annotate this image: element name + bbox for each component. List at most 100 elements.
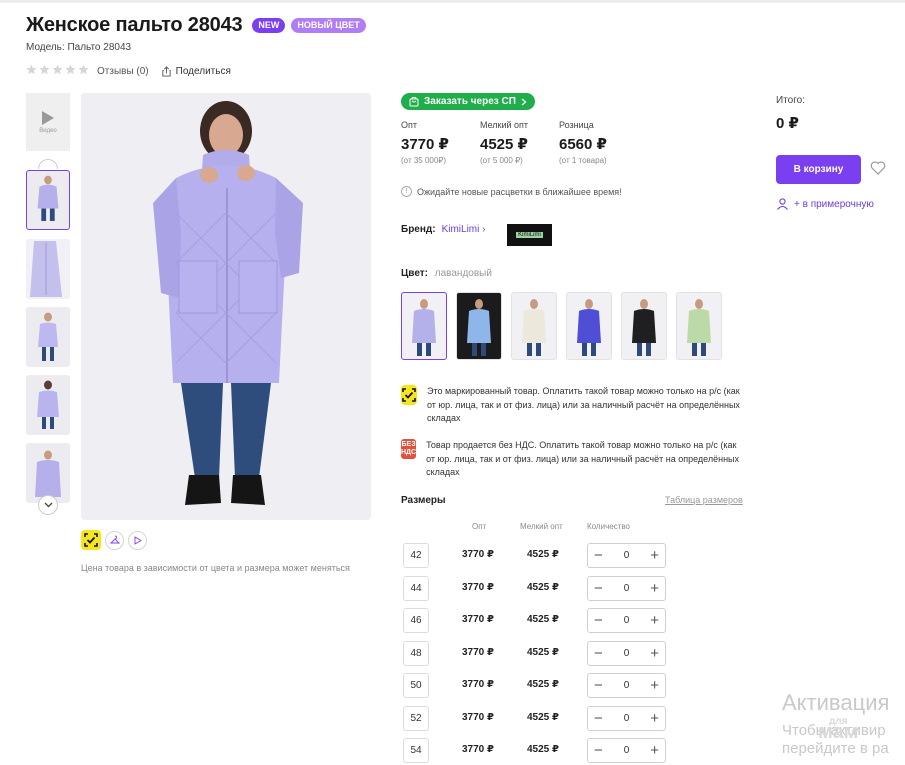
- quantity-value[interactable]: 0: [624, 713, 630, 724]
- increase-button[interactable]: +: [650, 678, 659, 693]
- thumbs-down-arrow[interactable]: [38, 495, 58, 515]
- coat-detail-photo-icon: [26, 239, 70, 299]
- size-label: 54: [403, 738, 429, 763]
- play-video-button[interactable]: [128, 530, 147, 550]
- size-price-small: 4525 ₽: [527, 646, 559, 658]
- color-swatch-3[interactable]: [511, 292, 557, 360]
- decrease-button[interactable]: −: [594, 581, 603, 596]
- increase-button[interactable]: +: [650, 711, 659, 726]
- no-vat-icon: БЕЗ НДС: [401, 439, 417, 459]
- price-condition: (от 5 000 ₽): [480, 156, 523, 165]
- fitting-room-button[interactable]: [105, 530, 124, 550]
- decrease-button[interactable]: −: [594, 548, 603, 563]
- increase-button[interactable]: +: [650, 548, 659, 563]
- marked-goods-text: Это маркированный товар. Оплатить такой …: [427, 386, 740, 423]
- increase-button[interactable]: +: [650, 646, 659, 661]
- rating-stars: [26, 64, 91, 78]
- no-vat-notice: БЕЗ НДС Товар продается без НДС. Оплатит…: [401, 439, 746, 480]
- add-to-cart-button[interactable]: В корзину: [776, 155, 861, 184]
- decrease-button[interactable]: −: [594, 678, 603, 693]
- coat-photo-icon: [687, 299, 711, 356]
- thumbs-up-arrow[interactable]: [38, 159, 58, 169]
- add-to-fitting-room-link[interactable]: + в примерочную: [776, 198, 874, 210]
- column-header-qty: Количество: [587, 522, 630, 531]
- quantity-stepper: − 0 +: [587, 575, 666, 601]
- info-icon: !: [401, 186, 412, 197]
- increase-button[interactable]: +: [650, 581, 659, 596]
- size-price-opt: 3770 ₽: [462, 581, 494, 593]
- price-retail: Розница 6560 ₽ (от 1 товара): [559, 120, 607, 165]
- increase-button[interactable]: +: [650, 743, 659, 758]
- size-row: 52 3770 ₽ 4525 ₽ − 0 +: [403, 705, 668, 731]
- size-table-link[interactable]: Таблица размеров: [665, 495, 743, 505]
- color-swatch-4[interactable]: [566, 292, 612, 360]
- watermark-logo: для мам: [818, 716, 858, 742]
- size-label: 42: [403, 543, 429, 568]
- total-label: Итого:: [776, 95, 805, 106]
- size-price-small: 4525 ₽: [527, 744, 559, 755]
- bag-icon: [409, 96, 419, 106]
- price-label: Опт: [401, 120, 417, 130]
- quantity-value[interactable]: 0: [624, 680, 630, 691]
- quantity-value[interactable]: 0: [624, 615, 630, 626]
- size-label: 48: [403, 640, 429, 666]
- coat-photo-icon: [38, 312, 58, 361]
- video-thumbnail[interactable]: Видео: [26, 93, 70, 151]
- marked-goods-icon: [81, 530, 101, 550]
- color-swatch-5[interactable]: [621, 292, 667, 360]
- page-title: Женское пальто 28043: [26, 14, 243, 36]
- star-icon: [65, 64, 76, 75]
- add-to-fitting-room-label: + в примерочную: [794, 198, 874, 210]
- play-icon: [134, 535, 142, 545]
- main-product-photo[interactable]: [81, 93, 371, 520]
- quantity-stepper: − 0 +: [587, 738, 666, 763]
- brand-link[interactable]: KimiLimi ›: [442, 224, 486, 235]
- decrease-button[interactable]: −: [594, 711, 603, 726]
- size-label: 52: [403, 705, 429, 731]
- coat-photo-icon: [577, 299, 601, 356]
- thumbnail-2[interactable]: [26, 239, 70, 299]
- marked-goods-icon: [401, 385, 417, 405]
- new-colors-text: Ожидайте новые расцветки в ближайшее вре…: [417, 186, 622, 197]
- size-price-opt: 3770 ₽: [462, 614, 494, 625]
- color-value: лавандовый: [434, 268, 492, 279]
- thumbnail-5[interactable]: [26, 443, 70, 503]
- quantity-value[interactable]: 0: [624, 550, 630, 561]
- share-button[interactable]: Поделиться: [161, 66, 231, 77]
- price-variation-note: Цена товара в зависимости от цвета и раз…: [81, 563, 350, 573]
- brand-row: Бренд: KimiLimi ›: [401, 224, 485, 235]
- quantity-stepper: − 0 +: [587, 608, 666, 633]
- top-divider: [0, 0, 905, 3]
- brand-logo[interactable]: KimiLimi: [507, 224, 552, 246]
- thumbnail-1[interactable]: [26, 170, 70, 230]
- quantity-value[interactable]: 0: [624, 648, 630, 659]
- thumbnail-list: Видео: [26, 93, 70, 515]
- hanger-icon: [109, 535, 120, 544]
- color-swatch-2[interactable]: [456, 292, 502, 360]
- thumbnail-4[interactable]: [26, 375, 70, 435]
- column-header-opt: Опт: [472, 522, 487, 531]
- quantity-value[interactable]: 0: [624, 745, 630, 756]
- increase-button[interactable]: +: [650, 613, 659, 628]
- coat-photo-icon: [35, 450, 61, 497]
- favorite-button[interactable]: [870, 161, 886, 180]
- thumbnail-3[interactable]: [26, 307, 70, 367]
- decrease-button[interactable]: −: [594, 613, 603, 628]
- person-icon: [777, 198, 788, 210]
- size-row: 50 3770 ₽ 4525 ₽ − 0 +: [403, 673, 668, 698]
- reviews-link[interactable]: Отзывы (0): [97, 66, 149, 77]
- coat-photo-icon: [37, 380, 59, 429]
- price-wholesale: Опт 3770 ₽ (от 35 000₽): [401, 120, 449, 165]
- coat-photo-icon: [37, 175, 59, 221]
- decrease-button[interactable]: −: [594, 646, 603, 661]
- color-swatch-1[interactable]: [401, 292, 447, 360]
- color-swatch-6[interactable]: [676, 292, 722, 360]
- price-value: 3770 ₽: [401, 136, 449, 153]
- coat-photo-icon: [467, 299, 491, 356]
- play-icon: [42, 111, 54, 125]
- decrease-button[interactable]: −: [594, 743, 603, 758]
- size-label: 46: [403, 608, 429, 633]
- size-price-small: 4525 ₽: [527, 711, 559, 723]
- quantity-value[interactable]: 0: [624, 583, 630, 594]
- order-via-sp-button[interactable]: Заказать через СП: [401, 93, 535, 110]
